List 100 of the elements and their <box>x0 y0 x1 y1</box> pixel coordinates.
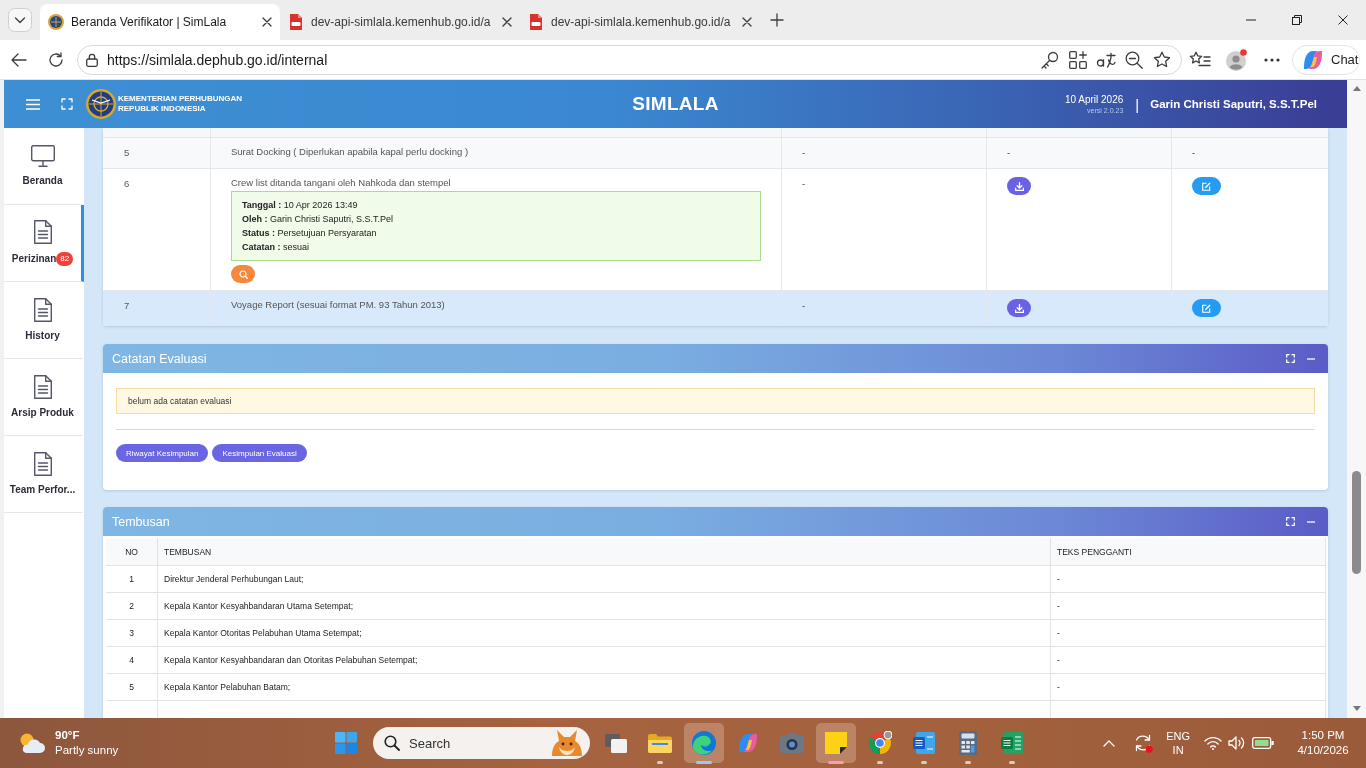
lock-icon[interactable] <box>86 52 98 67</box>
search-icon <box>384 735 400 751</box>
restore-icon[interactable] <box>1292 15 1302 25</box>
browser-icon[interactable] <box>868 731 892 755</box>
table-cell: - <box>782 138 987 168</box>
key-icon[interactable] <box>1041 50 1059 69</box>
profile-icon[interactable] <box>1225 48 1247 71</box>
table-cell: 4 <box>106 647 158 674</box>
table-cell: Kepala Kantor Kesyahbandaran dan Otoritas Pelabuhan Setempat; <box>158 647 1051 674</box>
pdf-icon <box>530 14 542 30</box>
note-text: Oleh : Garin Christi Saputri, S.S.T.Pel <box>242 213 395 226</box>
battery-icon[interactable] <box>1252 737 1274 749</box>
chat-button[interactable]: Chat <box>1292 44 1360 75</box>
table-cell: 2 <box>106 593 158 620</box>
summary-button[interactable]: Kesimpulan Evaluasi <box>212 444 307 462</box>
chevron-down-icon[interactable] <box>8 8 32 32</box>
table-cell: - <box>1051 674 1326 701</box>
close-icon[interactable] <box>502 17 512 27</box>
calculator-icon[interactable] <box>956 731 980 755</box>
task-view-icon[interactable] <box>604 731 628 755</box>
back-icon[interactable] <box>11 52 27 67</box>
table-cell: 1 <box>106 566 158 593</box>
note-text: Catatan : sesuai <box>242 241 311 254</box>
scrollbar-thumb[interactable] <box>1352 471 1361 574</box>
emblem-icon <box>86 89 116 119</box>
requirement-name: Crew list ditanda tangani oleh Nahkoda dan stempel <box>231 177 452 189</box>
word-processor-icon[interactable] <box>912 731 936 755</box>
weather-condition: Partly sunny <box>55 743 119 758</box>
fox-icon <box>551 729 583 757</box>
requirement-name: Surat Docking ( Diperlukan apabila kapal perlu docking ) <box>231 146 470 158</box>
note-text: Status : Persetujuan Persyaratan <box>242 227 378 240</box>
close-icon[interactable] <box>262 17 272 27</box>
table-cell: 7 <box>103 291 211 326</box>
sticky-note-icon[interactable] <box>816 723 856 763</box>
volume-icon[interactable] <box>1228 736 1246 750</box>
document-icon <box>33 220 52 244</box>
browser-tab[interactable]: dev-api-simlala.kemenhub.go.id/a <box>280 4 520 40</box>
table-cell: - <box>1051 593 1326 620</box>
camera-icon[interactable] <box>780 731 804 755</box>
favorites-icon[interactable] <box>1189 50 1211 69</box>
zoom-out-icon[interactable] <box>1125 50 1143 69</box>
plus-icon[interactable] <box>770 13 784 27</box>
document-icon <box>33 298 52 322</box>
swirl-icon[interactable] <box>736 731 760 755</box>
fullscreen-icon[interactable] <box>1286 354 1295 363</box>
column-header: TEMBUSAN <box>158 538 1051 566</box>
close-icon[interactable] <box>742 17 752 27</box>
apps-icon[interactable] <box>1069 50 1087 69</box>
download-icon <box>1014 181 1024 191</box>
column-header: NO <box>106 538 158 566</box>
clock[interactable]: 1:50 PM 4/10/2026 <box>1290 728 1356 758</box>
pdf-icon <box>290 14 302 30</box>
organization-name: KEMENTERIAN PERHUBUNGAN REPUBLIK INDONESIA <box>118 94 242 114</box>
more-icon[interactable] <box>1264 57 1280 62</box>
edit-button[interactable] <box>1192 299 1221 317</box>
fullscreen-icon[interactable] <box>61 98 73 110</box>
weather-icon[interactable] <box>18 732 46 754</box>
sync-icon[interactable] <box>1133 733 1154 753</box>
table-cell: - <box>987 138 1172 168</box>
info-alert: belum ada catatan evaluasi <box>116 388 1315 414</box>
table-cell: - <box>782 291 987 326</box>
table-cell: - <box>1051 647 1326 674</box>
user-name[interactable]: Garin Christi Saputri, S.S.T.Pel <box>1150 98 1317 110</box>
scroll-up-icon[interactable] <box>1352 86 1361 91</box>
header-separator: | <box>1135 95 1140 113</box>
app-title: SIMLALA <box>632 93 719 115</box>
chevron-up-icon[interactable] <box>1103 739 1116 747</box>
logo-icon <box>48 14 64 30</box>
browser-tab[interactable]: Beranda Verifikator | SimLala <box>40 4 280 40</box>
wifi-icon[interactable] <box>1204 736 1222 750</box>
close-icon[interactable] <box>1338 15 1348 25</box>
folder-icon[interactable] <box>648 731 672 755</box>
address-field[interactable]: https://simlala.dephub.go.id/internal <box>77 44 1182 75</box>
start-icon[interactable] <box>335 732 357 754</box>
download-button[interactable] <box>1007 299 1031 317</box>
translate-icon[interactable] <box>1096 51 1116 68</box>
table-cell: Direktur Jenderal Perhubungan Laut; <box>158 566 1051 593</box>
weather-temperature: 90°F <box>55 728 81 743</box>
star-icon[interactable] <box>1153 50 1171 69</box>
header-date: 10 April 2026 <box>1064 93 1124 106</box>
card-title: Tembusan <box>112 514 171 529</box>
fullscreen-icon[interactable] <box>1286 517 1295 526</box>
history-button[interactable]: Riwayat Kesimpulan <box>116 444 209 462</box>
refresh-icon[interactable] <box>48 51 64 68</box>
search-field[interactable]: Search <box>373 727 590 759</box>
requirement-name: Voyage Report (sesuai format PM. 93 Tahun 2013) <box>231 299 446 311</box>
table-cell: 6 <box>103 169 211 290</box>
table-cell: Kepala Kantor Otoritas Pelabuhan Utama Setempat; <box>158 620 1051 647</box>
spreadsheet-icon[interactable] <box>1000 731 1024 755</box>
download-button[interactable] <box>1007 177 1031 195</box>
table-cell: Kepala Kantor Pelabuhan Batam; <box>158 674 1051 701</box>
menu-icon[interactable] <box>26 98 40 110</box>
table-cell: 5 <box>103 138 211 168</box>
table-cell: - <box>1051 566 1326 593</box>
table-cell: - <box>1051 620 1326 647</box>
browser-tab[interactable]: dev-api-simlala.kemenhub.go.id/a <box>520 4 760 40</box>
language-indicator[interactable]: ENG IN <box>1166 729 1190 757</box>
edit-button[interactable] <box>1192 177 1221 195</box>
scroll-down-icon[interactable] <box>1352 706 1361 711</box>
edit-icon <box>1202 181 1211 191</box>
